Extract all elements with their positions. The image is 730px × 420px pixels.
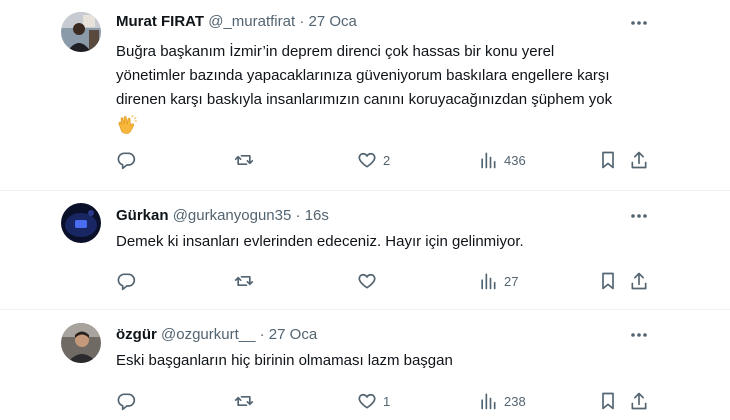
bookmark-icon [602,272,614,290]
views-button[interactable]: 27 [478,270,518,292]
user-handle[interactable]: @_muratfirat [208,13,295,30]
view-count: 27 [504,273,519,289]
tweet-3[interactable]: özgür @ozgurkurt__ · 27 Oca Eski başganl… [0,310,730,420]
more-icon[interactable] [628,325,650,345]
more-icon[interactable] [628,13,650,33]
timestamp[interactable]: 27 Oca [269,326,317,343]
view-count: 436 [504,152,526,168]
separator-dot: · [259,326,265,343]
display-name[interactable]: özgür [116,326,157,343]
tweet-text: Demek ki insanları evlerinden edeceniz. … [116,230,636,254]
more-icon[interactable] [628,206,650,226]
tweet-text-line: yönetimler bazında yapacaklarınıza güven… [116,67,610,84]
like-button[interactable] [357,270,383,292]
views-button[interactable]: 238 [478,390,526,412]
bookmark-icon [602,392,614,410]
retweet-icon [234,155,254,165]
tweet-header: Murat FIRAT @_muratfirat · 27 Oca [116,12,357,32]
bookmark-icon [602,151,614,169]
bookmark-button[interactable] [598,149,618,171]
views-icon [481,152,496,169]
reply-button[interactable] [116,149,136,171]
tweet-text: Buğra başkanım İzmir’in deprem direnci ç… [116,40,636,136]
separator-dot: · [295,207,301,224]
like-count: 2 [383,152,391,168]
like-count: 1 [383,393,391,409]
reply-icon [117,152,136,170]
reply-icon [117,273,136,291]
heart-icon [358,152,376,168]
avatar[interactable] [61,203,101,243]
tweet-text-line: Eski başganların hiç birinin olmaması la… [116,352,453,369]
views-button[interactable]: 436 [478,149,526,171]
tweet-2[interactable]: Gürkan @gurkanyogun35 · 16s Demek ki ins… [0,191,730,309]
avatar[interactable] [61,323,101,363]
avatar[interactable] [61,12,101,52]
user-handle[interactable]: @gurkanyogun35 [173,207,292,224]
clapping-hands-emoji [116,112,636,136]
tweet-actions: 27 [0,270,730,292]
tweet-text-line: Buğra başkanım İzmir’in deprem direnci ç… [116,43,555,60]
reply-button[interactable] [116,390,136,412]
reply-icon [117,393,136,411]
separator-dot: · [299,13,305,30]
display-name[interactable]: Gürkan [116,207,169,224]
tweet-header: özgür @ozgurkurt__ · 27 Oca [116,325,317,345]
tweet-actions: 1 238 [0,390,730,412]
share-icon [631,272,647,290]
tweet-text-line: direnen karşı baskıyla insanlarımızın ca… [116,91,613,108]
share-icon [631,392,647,410]
retweet-button[interactable] [234,270,254,292]
heart-icon [358,393,376,409]
retweet-icon [234,396,254,406]
retweet-button[interactable] [234,390,254,412]
views-icon [481,273,496,290]
tweet-text-line: Demek ki insanları evlerinden edeceniz. … [116,233,524,250]
share-button[interactable] [629,390,649,412]
heart-icon [358,273,376,289]
timestamp[interactable]: 27 Oca [308,13,356,30]
tweet-1[interactable]: Murat FIRAT @_muratfirat · 27 Oca Buğra … [0,0,730,190]
display-name[interactable]: Murat FIRAT [116,13,204,30]
retweet-button[interactable] [234,149,254,171]
reply-button[interactable] [116,270,136,292]
tweet-text: Eski başganların hiç birinin olmaması la… [116,349,636,373]
like-button[interactable]: 1 [357,390,390,412]
timestamp[interactable]: 16s [305,207,329,224]
view-count: 238 [504,393,526,409]
tweet-actions: 2 436 [0,149,730,171]
share-icon [631,151,647,169]
share-button[interactable] [629,149,649,171]
retweet-icon [234,276,254,286]
user-handle[interactable]: @ozgurkurt__ [161,326,255,343]
bookmark-button[interactable] [598,390,618,412]
share-button[interactable] [629,270,649,292]
views-icon [481,393,496,410]
tweet-header: Gürkan @gurkanyogun35 · 16s [116,206,329,226]
bookmark-button[interactable] [598,270,618,292]
like-button[interactable]: 2 [357,149,390,171]
